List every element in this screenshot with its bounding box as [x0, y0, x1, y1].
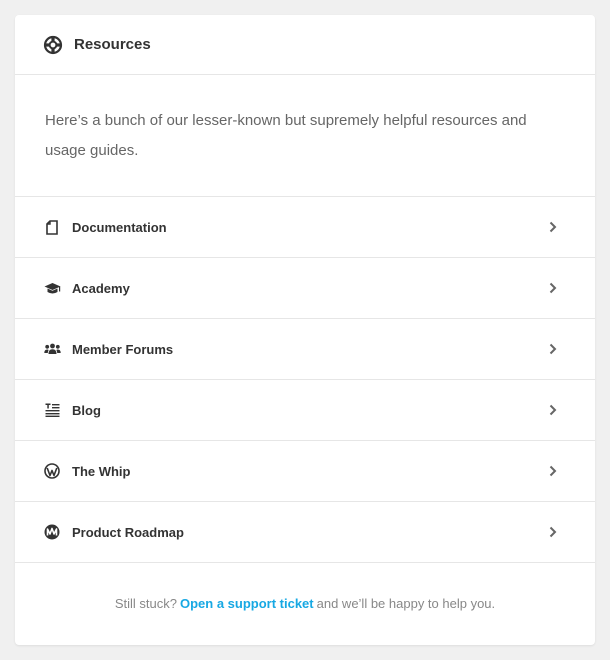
resource-item-product-roadmap[interactable]: Product Roadmap: [15, 502, 595, 563]
life-ring-icon: [43, 34, 65, 56]
chevron-right-icon: [547, 342, 559, 356]
chevron-right-icon: [547, 220, 559, 234]
blog-icon: [43, 401, 61, 419]
graduation-cap-icon: [43, 279, 61, 297]
intro-text: Here’s a bunch of our lesser-known but s…: [15, 75, 595, 197]
resource-label: Product Roadmap: [72, 524, 184, 540]
resource-item-academy[interactable]: Academy: [15, 258, 595, 319]
footer-suffix: and we’ll be happy to help you.: [316, 595, 496, 611]
chevron-right-icon: [547, 525, 559, 539]
resource-item-documentation[interactable]: Documentation: [15, 197, 595, 258]
users-icon: [43, 340, 61, 358]
roadmap-icon: [43, 523, 61, 541]
resource-label: Documentation: [72, 219, 167, 235]
resource-item-the-whip[interactable]: The Whip: [15, 441, 595, 502]
wordpress-icon: [43, 462, 61, 480]
document-icon: [43, 218, 61, 236]
card-title: Resources: [74, 36, 151, 53]
support-ticket-link[interactable]: Open a support ticket: [180, 596, 314, 611]
resource-label: Blog: [72, 402, 101, 418]
footer-prefix: Still stuck?: [114, 595, 177, 611]
chevron-right-icon: [547, 281, 559, 295]
resource-item-member-forums[interactable]: Member Forums: [15, 319, 595, 380]
card-header: Resources: [15, 15, 595, 75]
resource-item-blog[interactable]: Blog: [15, 380, 595, 441]
chevron-right-icon: [547, 403, 559, 417]
card-footer: Still stuck? Open a support ticket and w…: [15, 563, 595, 643]
resources-card: Resources Here’s a bunch of our lesser-k…: [15, 15, 595, 645]
chevron-right-icon: [547, 464, 559, 478]
resource-label: The Whip: [72, 463, 131, 479]
resource-label: Member Forums: [72, 341, 174, 357]
resource-label: Academy: [72, 280, 130, 296]
